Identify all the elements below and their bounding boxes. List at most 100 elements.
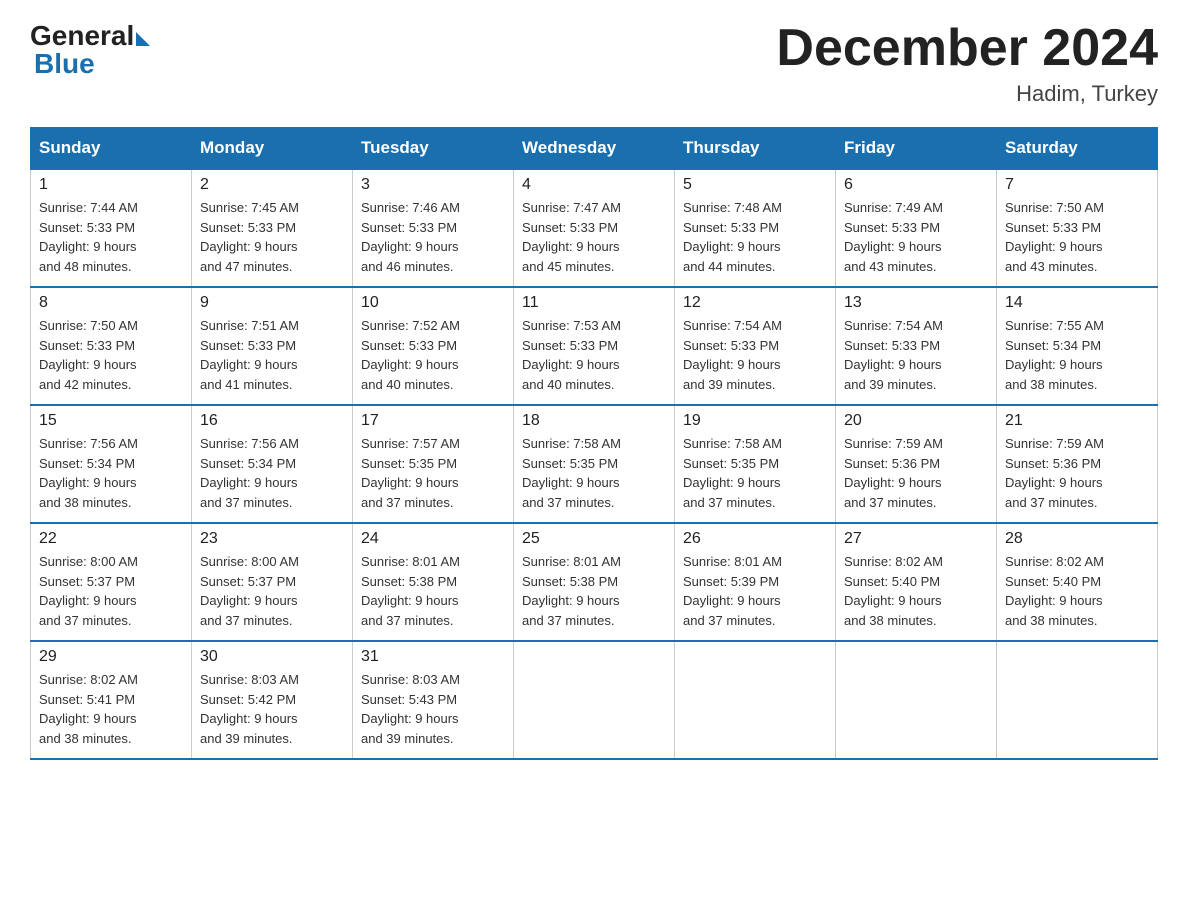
calendar-cell: 27Sunrise: 8:02 AM Sunset: 5:40 PM Dayli… (836, 523, 997, 641)
calendar-cell: 7 Sunrise: 7:50 AM Sunset: 5:33 PM Daylig… (997, 169, 1158, 287)
calendar-cell: 17 Sunrise: 7:57 AM Sunset: 5:35 PM Dayli… (353, 405, 514, 523)
day-info: Sunrise: 7:49 AM Sunset: 5:33 PM Dayligh… (844, 198, 988, 276)
calendar-cell: 13 Sunrise: 7:54 AM Sunset: 5:33 PM Dayli… (836, 287, 997, 405)
day-number: 7 (1005, 176, 1149, 194)
day-number: 26 (683, 530, 827, 548)
day-info: Sunrise: 7:50 AM Sunset: 5:33 PM Dayligh… (39, 316, 183, 394)
day-info: Sunrise: 8:00 AM Sunset: 5:37 PM Dayligh… (39, 552, 183, 630)
day-number: 12 (683, 294, 827, 312)
page-header: General Blue December 2024 Hadim, Turkey (30, 20, 1158, 107)
day-number: 22 (39, 530, 183, 548)
calendar-cell: 30Sunrise: 8:03 AM Sunset: 5:42 PM Dayli… (192, 641, 353, 759)
day-number: 24 (361, 530, 505, 548)
day-info: Sunrise: 7:52 AM Sunset: 5:33 PM Dayligh… (361, 316, 505, 394)
day-info: Sunrise: 7:56 AM Sunset: 5:34 PM Dayligh… (39, 434, 183, 512)
calendar-cell: 28 Sunrise: 8:02 AM Sunset: 5:40 PM Dayli… (997, 523, 1158, 641)
day-number: 23 (200, 530, 344, 548)
day-info: Sunrise: 8:02 AM Sunset: 5:40 PM Dayligh… (1005, 552, 1149, 630)
calendar-header-monday: Monday (192, 128, 353, 170)
calendar-cell: 15 Sunrise: 7:56 AM Sunset: 5:34 PM Dayli… (31, 405, 192, 523)
day-number: 17 (361, 412, 505, 430)
calendar-cell: 31 Sunrise: 8:03 AM Sunset: 5:43 PM Dayli… (353, 641, 514, 759)
logo-arrow-icon (136, 32, 150, 46)
calendar-cell: 26 Sunrise: 8:01 AM Sunset: 5:39 PM Dayli… (675, 523, 836, 641)
calendar-cell: 2 Sunrise: 7:45 AM Sunset: 5:33 PM Daylig… (192, 169, 353, 287)
day-info: Sunrise: 8:01 AM Sunset: 5:39 PM Dayligh… (683, 552, 827, 630)
calendar-header-sunday: Sunday (31, 128, 192, 170)
day-info: Sunrise: 7:56 AM Sunset: 5:34 PM Dayligh… (200, 434, 344, 512)
calendar-header-thursday: Thursday (675, 128, 836, 170)
day-info: Sunrise: 7:54 AM Sunset: 5:33 PM Dayligh… (683, 316, 827, 394)
calendar-week-row: 15 Sunrise: 7:56 AM Sunset: 5:34 PM Dayli… (31, 405, 1158, 523)
day-info: Sunrise: 7:58 AM Sunset: 5:35 PM Dayligh… (522, 434, 666, 512)
calendar-week-row: 8 Sunrise: 7:50 AM Sunset: 5:33 PM Daylig… (31, 287, 1158, 405)
calendar-header-tuesday: Tuesday (353, 128, 514, 170)
day-info: Sunrise: 7:47 AM Sunset: 5:33 PM Dayligh… (522, 198, 666, 276)
calendar-header-row: SundayMondayTuesdayWednesdayThursdayFrid… (31, 128, 1158, 170)
calendar-cell: 11Sunrise: 7:53 AM Sunset: 5:33 PM Dayli… (514, 287, 675, 405)
day-number: 29 (39, 648, 183, 666)
day-info: Sunrise: 8:03 AM Sunset: 5:43 PM Dayligh… (361, 670, 505, 748)
calendar-cell: 23 Sunrise: 8:00 AM Sunset: 5:37 PM Dayli… (192, 523, 353, 641)
day-number: 15 (39, 412, 183, 430)
day-info: Sunrise: 7:54 AM Sunset: 5:33 PM Dayligh… (844, 316, 988, 394)
title-section: December 2024 Hadim, Turkey (776, 20, 1158, 107)
calendar-table: SundayMondayTuesdayWednesdayThursdayFrid… (30, 127, 1158, 760)
calendar-cell: 22 Sunrise: 8:00 AM Sunset: 5:37 PM Dayli… (31, 523, 192, 641)
day-number: 8 (39, 294, 183, 312)
day-info: Sunrise: 7:51 AM Sunset: 5:33 PM Dayligh… (200, 316, 344, 394)
day-info: Sunrise: 7:59 AM Sunset: 5:36 PM Dayligh… (844, 434, 988, 512)
calendar-week-row: 29 Sunrise: 8:02 AM Sunset: 5:41 PM Dayli… (31, 641, 1158, 759)
day-info: Sunrise: 8:01 AM Sunset: 5:38 PM Dayligh… (522, 552, 666, 630)
day-number: 16 (200, 412, 344, 430)
day-number: 6 (844, 176, 988, 194)
calendar-cell: 14 Sunrise: 7:55 AM Sunset: 5:34 PM Dayli… (997, 287, 1158, 405)
calendar-cell: 4 Sunrise: 7:47 AM Sunset: 5:33 PM Daylig… (514, 169, 675, 287)
day-number: 27 (844, 530, 988, 548)
day-info: Sunrise: 8:01 AM Sunset: 5:38 PM Dayligh… (361, 552, 505, 630)
day-info: Sunrise: 7:50 AM Sunset: 5:33 PM Dayligh… (1005, 198, 1149, 276)
calendar-cell: 9 Sunrise: 7:51 AM Sunset: 5:33 PM Daylig… (192, 287, 353, 405)
day-number: 28 (1005, 530, 1149, 548)
calendar-cell (514, 641, 675, 759)
day-info: Sunrise: 8:00 AM Sunset: 5:37 PM Dayligh… (200, 552, 344, 630)
calendar-cell: 25 Sunrise: 8:01 AM Sunset: 5:38 PM Dayli… (514, 523, 675, 641)
calendar-cell: 8 Sunrise: 7:50 AM Sunset: 5:33 PM Daylig… (31, 287, 192, 405)
day-number: 14 (1005, 294, 1149, 312)
day-number: 13 (844, 294, 988, 312)
day-number: 5 (683, 176, 827, 194)
calendar-cell: 21 Sunrise: 7:59 AM Sunset: 5:36 PM Dayli… (997, 405, 1158, 523)
calendar-cell: 6 Sunrise: 7:49 AM Sunset: 5:33 PM Daylig… (836, 169, 997, 287)
day-number: 25 (522, 530, 666, 548)
calendar-cell: 19Sunrise: 7:58 AM Sunset: 5:35 PM Dayli… (675, 405, 836, 523)
day-number: 2 (200, 176, 344, 194)
calendar-cell: 29 Sunrise: 8:02 AM Sunset: 5:41 PM Dayli… (31, 641, 192, 759)
calendar-cell (675, 641, 836, 759)
calendar-week-row: 1 Sunrise: 7:44 AM Sunset: 5:33 PM Daylig… (31, 169, 1158, 287)
day-info: Sunrise: 7:48 AM Sunset: 5:33 PM Dayligh… (683, 198, 827, 276)
day-number: 31 (361, 648, 505, 666)
day-info: Sunrise: 7:59 AM Sunset: 5:36 PM Dayligh… (1005, 434, 1149, 512)
day-number: 11 (522, 294, 666, 312)
day-number: 20 (844, 412, 988, 430)
day-info: Sunrise: 7:57 AM Sunset: 5:35 PM Dayligh… (361, 434, 505, 512)
day-info: Sunrise: 7:46 AM Sunset: 5:33 PM Dayligh… (361, 198, 505, 276)
day-number: 4 (522, 176, 666, 194)
day-number: 9 (200, 294, 344, 312)
day-info: Sunrise: 8:02 AM Sunset: 5:41 PM Dayligh… (39, 670, 183, 748)
logo-blue-text: Blue (34, 48, 95, 80)
calendar-header-saturday: Saturday (997, 128, 1158, 170)
day-info: Sunrise: 7:45 AM Sunset: 5:33 PM Dayligh… (200, 198, 344, 276)
calendar-header-wednesday: Wednesday (514, 128, 675, 170)
calendar-cell: 24 Sunrise: 8:01 AM Sunset: 5:38 PM Dayli… (353, 523, 514, 641)
calendar-cell: 18 Sunrise: 7:58 AM Sunset: 5:35 PM Dayli… (514, 405, 675, 523)
day-number: 18 (522, 412, 666, 430)
day-number: 3 (361, 176, 505, 194)
calendar-week-row: 22 Sunrise: 8:00 AM Sunset: 5:37 PM Dayli… (31, 523, 1158, 641)
day-info: Sunrise: 7:55 AM Sunset: 5:34 PM Dayligh… (1005, 316, 1149, 394)
day-info: Sunrise: 7:44 AM Sunset: 5:33 PM Dayligh… (39, 198, 183, 276)
calendar-cell: 5 Sunrise: 7:48 AM Sunset: 5:33 PM Daylig… (675, 169, 836, 287)
calendar-cell (836, 641, 997, 759)
day-number: 1 (39, 176, 183, 194)
day-number: 21 (1005, 412, 1149, 430)
